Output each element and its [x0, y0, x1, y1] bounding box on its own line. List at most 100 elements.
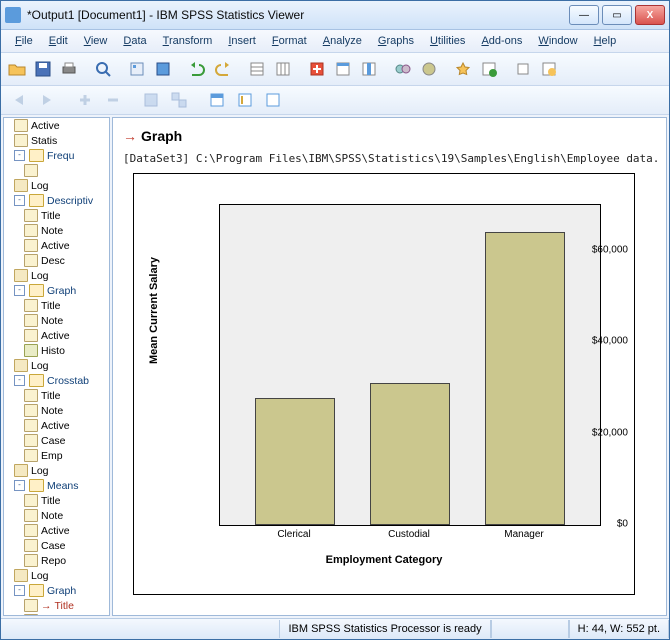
- tree-item-label: Note: [41, 225, 63, 237]
- tree-item[interactable]: Title: [24, 208, 109, 223]
- tree-item[interactable]: Statis: [14, 133, 109, 148]
- tree-item[interactable]: Active: [24, 523, 109, 538]
- tree-item[interactable]: Active: [14, 118, 109, 133]
- menu-format[interactable]: Format: [264, 32, 315, 50]
- maximize-button[interactable]: ▭: [602, 5, 632, 25]
- preview-button[interactable]: [91, 57, 115, 81]
- new-heading-button[interactable]: [205, 88, 229, 112]
- chart-container[interactable]: Mean Current Salary ClericalCustodialMan…: [133, 173, 635, 595]
- tree-item[interactable]: -Graph: [14, 583, 109, 598]
- new-title-button[interactable]: [233, 88, 257, 112]
- tree-item[interactable]: Active: [24, 238, 109, 253]
- script-button[interactable]: [537, 57, 561, 81]
- expand-button[interactable]: [167, 88, 191, 112]
- goto-data-button[interactable]: [305, 57, 329, 81]
- close-button[interactable]: X: [635, 5, 665, 25]
- app-window: *Output1 [Document1] - IBM SPSS Statisti…: [0, 0, 670, 640]
- note-icon: [24, 539, 38, 552]
- outline-pane[interactable]: ActiveStatis-FrequLog-DescriptivTitleNot…: [3, 117, 110, 616]
- tree-item[interactable]: Case: [24, 433, 109, 448]
- tree-item[interactable]: -Graph: [14, 283, 109, 298]
- variables-button[interactable]: [271, 57, 295, 81]
- content-pane[interactable]: → Graph [DataSet3] C:\Program Files\IBM\…: [112, 117, 667, 616]
- graph-icon: [24, 344, 38, 357]
- tree-item[interactable]: Log: [14, 268, 109, 283]
- demote-button[interactable]: [101, 88, 125, 112]
- tree-item[interactable]: Note: [24, 613, 109, 616]
- tree-item[interactable]: Active: [24, 328, 109, 343]
- designate-button[interactable]: [451, 57, 475, 81]
- goto-case-button[interactable]: [245, 57, 269, 81]
- menu-file[interactable]: File: [7, 32, 41, 50]
- menu-utilities[interactable]: Utilities: [422, 32, 473, 50]
- tree-item[interactable]: -Crosstab: [14, 373, 109, 388]
- tree-item[interactable]: Title: [24, 493, 109, 508]
- tree-toggle-icon[interactable]: -: [14, 150, 25, 161]
- tree-item[interactable]: Active: [24, 418, 109, 433]
- menu-view[interactable]: View: [76, 32, 116, 50]
- tree-toggle-icon[interactable]: -: [14, 375, 25, 386]
- tree-item[interactable]: Note: [24, 223, 109, 238]
- tree-item[interactable]: Note: [24, 403, 109, 418]
- open-button[interactable]: [5, 57, 29, 81]
- menu-data[interactable]: Data: [115, 32, 154, 50]
- tree-item[interactable]: Log: [14, 463, 109, 478]
- tree-toggle-icon[interactable]: -: [14, 195, 25, 206]
- save-button[interactable]: [31, 57, 55, 81]
- menu-window[interactable]: Window: [530, 32, 585, 50]
- use-sets-button[interactable]: [417, 57, 441, 81]
- select-cases-button[interactable]: [331, 57, 355, 81]
- menu-edit[interactable]: Edit: [41, 32, 76, 50]
- tree-item[interactable]: Note: [24, 313, 109, 328]
- recall-button[interactable]: [125, 57, 149, 81]
- tree-item[interactable]: Note: [24, 508, 109, 523]
- tree-item[interactable]: [24, 163, 109, 178]
- tree-item[interactable]: Case: [24, 538, 109, 553]
- tree-item[interactable]: Log: [14, 568, 109, 583]
- back-button[interactable]: [7, 88, 31, 112]
- value-labels-button[interactable]: [391, 57, 415, 81]
- tree-item-label: Note: [41, 405, 63, 417]
- note-icon: [24, 449, 38, 462]
- menu-transform[interactable]: Transform: [155, 32, 221, 50]
- forward-button[interactable]: [35, 88, 59, 112]
- collapse-button[interactable]: [139, 88, 163, 112]
- tree-item[interactable]: Log: [14, 358, 109, 373]
- print-button[interactable]: [57, 57, 81, 81]
- insert-case-button[interactable]: [477, 57, 501, 81]
- promote-button[interactable]: [73, 88, 97, 112]
- tree-item[interactable]: → Title: [24, 598, 109, 613]
- tree-item[interactable]: -Frequ: [14, 148, 109, 163]
- tree-item[interactable]: Repo: [24, 553, 109, 568]
- section-title: Graph: [141, 128, 182, 144]
- new-text-button[interactable]: [261, 88, 285, 112]
- tree-item[interactable]: Emp: [24, 448, 109, 463]
- export-button[interactable]: [511, 57, 535, 81]
- tree-toggle-icon[interactable]: -: [14, 585, 25, 596]
- redo-button[interactable]: [211, 57, 235, 81]
- menu-addons[interactable]: Add-ons: [473, 32, 530, 50]
- tree-item-label: Active: [41, 240, 70, 252]
- menubar: File Edit View Data Transform Insert For…: [1, 30, 669, 53]
- tree-item[interactable]: -Descriptiv: [14, 193, 109, 208]
- tree-item[interactable]: Title: [24, 388, 109, 403]
- minimize-button[interactable]: —: [569, 5, 599, 25]
- tree-item[interactable]: -Means: [14, 478, 109, 493]
- tree-item[interactable]: Title: [24, 298, 109, 313]
- menu-analyze[interactable]: Analyze: [315, 32, 370, 50]
- tree-toggle-icon[interactable]: -: [14, 285, 25, 296]
- tree-item[interactable]: Log: [14, 178, 109, 193]
- tree-item[interactable]: Histo: [24, 343, 109, 358]
- undo-button[interactable]: [185, 57, 209, 81]
- dataset-path: [DataSet3] C:\Program Files\IBM\SPSS\Sta…: [123, 152, 656, 165]
- x-axis-label: Employment Category: [134, 554, 634, 566]
- folder-icon: [29, 584, 44, 597]
- menu-graphs[interactable]: Graphs: [370, 32, 422, 50]
- goto-button[interactable]: [151, 57, 175, 81]
- tree-toggle-icon[interactable]: -: [14, 480, 25, 491]
- menu-help[interactable]: Help: [586, 32, 625, 50]
- tree-item[interactable]: Desc: [24, 253, 109, 268]
- titlebar[interactable]: *Output1 [Document1] - IBM SPSS Statisti…: [1, 1, 669, 30]
- menu-insert[interactable]: Insert: [220, 32, 264, 50]
- weight-button[interactable]: [357, 57, 381, 81]
